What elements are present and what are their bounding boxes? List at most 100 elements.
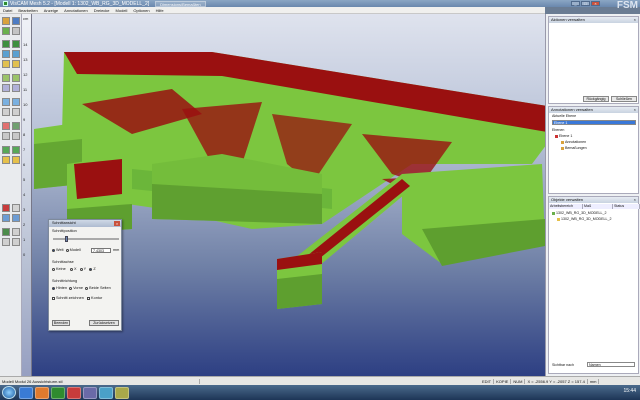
axis-y-radio[interactable]: [79, 267, 83, 271]
axis-y-label: Y: [83, 267, 87, 271]
dir-hinten-radio[interactable]: [52, 286, 55, 290]
save-icon[interactable]: [12, 17, 20, 25]
open-file-icon[interactable]: [2, 17, 10, 25]
browser-icon[interactable]: [99, 386, 113, 399]
undo-button[interactable]: Rückgängig: [583, 96, 609, 102]
cut-icon[interactable]: [12, 204, 20, 212]
section-icon[interactable]: [2, 228, 10, 236]
menu-item-modell[interactable]: Modell: [116, 8, 128, 13]
dir-vorne-radio[interactable]: [69, 286, 73, 290]
axis-x-radio[interactable]: [69, 267, 73, 271]
ref-modell-radio[interactable]: [65, 248, 69, 252]
view-back-icon[interactable]: [12, 40, 20, 48]
menu-item-bearbeiten[interactable]: Bearbeiten: [18, 8, 37, 13]
axis-z-radio[interactable]: [89, 267, 93, 271]
ref-welt-radio[interactable]: [52, 248, 55, 252]
window-tab[interactable]: Dimensions/Bemaßten: [155, 0, 206, 7]
delete-icon[interactable]: [2, 204, 10, 212]
import-icon[interactable]: [2, 27, 10, 35]
layer-tree-item[interactable]: Bemaßungen: [561, 146, 587, 150]
opt-kontur-checkbox[interactable]: [87, 296, 91, 300]
actions-panel-title: Aktionen verwalten: [549, 17, 638, 23]
menu-item-dreiecke[interactable]: Dreiecke: [94, 8, 110, 13]
object-tree-item[interactable]: 1302_WB_RG_3D_MODELL_2: [557, 217, 612, 221]
actions-panel-close-icon[interactable]: ×: [634, 17, 636, 22]
window-title: VisCAM Mesh 5.2 - [Modell 1: 1302_WB_RG_…: [10, 0, 150, 7]
window-controls: _ □ ×: [571, 1, 600, 6]
beenden-button[interactable]: Beenden: [52, 320, 70, 326]
object-name: 1302_WB_RG_3D_MODELL_2: [561, 217, 612, 221]
copy-icon[interactable]: [2, 214, 10, 222]
section-axis-label: Schnittachse: [52, 260, 74, 264]
close-button[interactable]: Schließen: [611, 96, 637, 102]
view-front-icon[interactable]: [2, 40, 10, 48]
view-top-icon[interactable]: [2, 50, 10, 58]
zoom-icon[interactable]: [2, 84, 10, 92]
dialog-close-icon[interactable]: ×: [114, 221, 120, 226]
app-task-icon[interactable]: [83, 386, 97, 399]
dir-beide-radio[interactable]: [85, 286, 89, 290]
shading-icon[interactable]: [2, 122, 10, 130]
axis-keine-radio[interactable]: [52, 267, 55, 271]
visible-by-label: Sichtbar nach: [552, 363, 574, 367]
section-slider-track[interactable]: [53, 238, 119, 240]
layer-tree-item[interactable]: Ebene 1: [555, 134, 572, 138]
current-layer-field[interactable]: Ebene 1: [552, 120, 636, 125]
view-left-icon[interactable]: [2, 60, 10, 68]
mesh-icon[interactable]: [2, 146, 10, 154]
col-header-name[interactable]: Arbeitsbereich: [549, 204, 583, 209]
zoom-fit-icon[interactable]: [12, 84, 20, 92]
slice-icon[interactable]: [12, 228, 20, 236]
select-icon[interactable]: [2, 98, 10, 106]
menu-item-anzeige[interactable]: Anzeige: [44, 8, 58, 13]
triangle-icon[interactable]: [12, 146, 20, 154]
pan-icon[interactable]: [12, 74, 20, 82]
measure-icon[interactable]: [2, 108, 10, 116]
menu-item-annotationen[interactable]: Annotationen: [64, 8, 88, 13]
tray-clock: 15:44: [623, 388, 636, 394]
media-icon[interactable]: [35, 386, 49, 399]
minimize-icon[interactable]: _: [571, 1, 580, 6]
objects-panel: Objekte verwalten × Arbeitsbereich Maß S…: [548, 196, 640, 374]
opt-schnitt-checkbox[interactable]: [52, 296, 55, 300]
folder-task-icon[interactable]: [115, 386, 129, 399]
menu-item-hilfe[interactable]: Hilfe: [156, 8, 164, 13]
annotations-panel-close-icon[interactable]: ×: [634, 107, 636, 112]
visible-by-select[interactable]: Namen: [587, 362, 635, 367]
paste-icon[interactable]: [12, 214, 20, 222]
repair-icon[interactable]: [2, 156, 10, 164]
fill-hole-icon[interactable]: [12, 156, 20, 164]
menu-item-optionen[interactable]: Optionen: [133, 8, 149, 13]
mesh-object-icon: [552, 211, 555, 215]
explorer-icon[interactable]: [19, 386, 33, 399]
dimension-icon[interactable]: [12, 238, 20, 246]
start-button-icon[interactable]: [2, 386, 16, 399]
section-slider-handle[interactable]: [65, 236, 68, 242]
view-right-icon[interactable]: [12, 60, 20, 68]
layer-tree-item[interactable]: Annotationen: [561, 140, 586, 144]
axis-z-label: Z: [93, 267, 96, 271]
section-value-field[interactable]: 7.4303: [91, 248, 111, 253]
light-icon[interactable]: [2, 132, 10, 140]
wireframe-icon[interactable]: [12, 122, 20, 130]
view-bottom-icon[interactable]: [12, 50, 20, 58]
normals-icon[interactable]: [12, 132, 20, 140]
rotate-icon[interactable]: [2, 74, 10, 82]
ruler-icon[interactable]: [12, 108, 20, 116]
objects-panel-close-icon[interactable]: ×: [634, 197, 636, 202]
object-tree-item[interactable]: 1302_WB_RG_3D_MODELL_2: [552, 211, 607, 215]
viscam-task-icon[interactable]: [51, 386, 65, 399]
col-header-dim[interactable]: Maß: [583, 204, 613, 209]
lasso-icon[interactable]: [12, 98, 20, 106]
print-icon[interactable]: [12, 27, 20, 35]
zuruecksetzen-button[interactable]: Zurücksetzen: [89, 320, 119, 326]
maximize-icon[interactable]: □: [581, 1, 590, 6]
close-icon[interactable]: ×: [591, 1, 600, 6]
acrobat-icon[interactable]: [67, 386, 81, 399]
menu-item-datei[interactable]: Datei: [3, 8, 12, 13]
annotation-icon[interactable]: [2, 238, 10, 246]
col-header-status[interactable]: Status: [613, 204, 640, 209]
3d-viewport[interactable]: cm 14 13 12 11 10 9 8 7 6 5 4 3 2 1 0 Sc…: [22, 14, 545, 376]
dir-beide-label: Beide Seiten: [89, 286, 111, 290]
status-num: NUM: [511, 378, 526, 384]
